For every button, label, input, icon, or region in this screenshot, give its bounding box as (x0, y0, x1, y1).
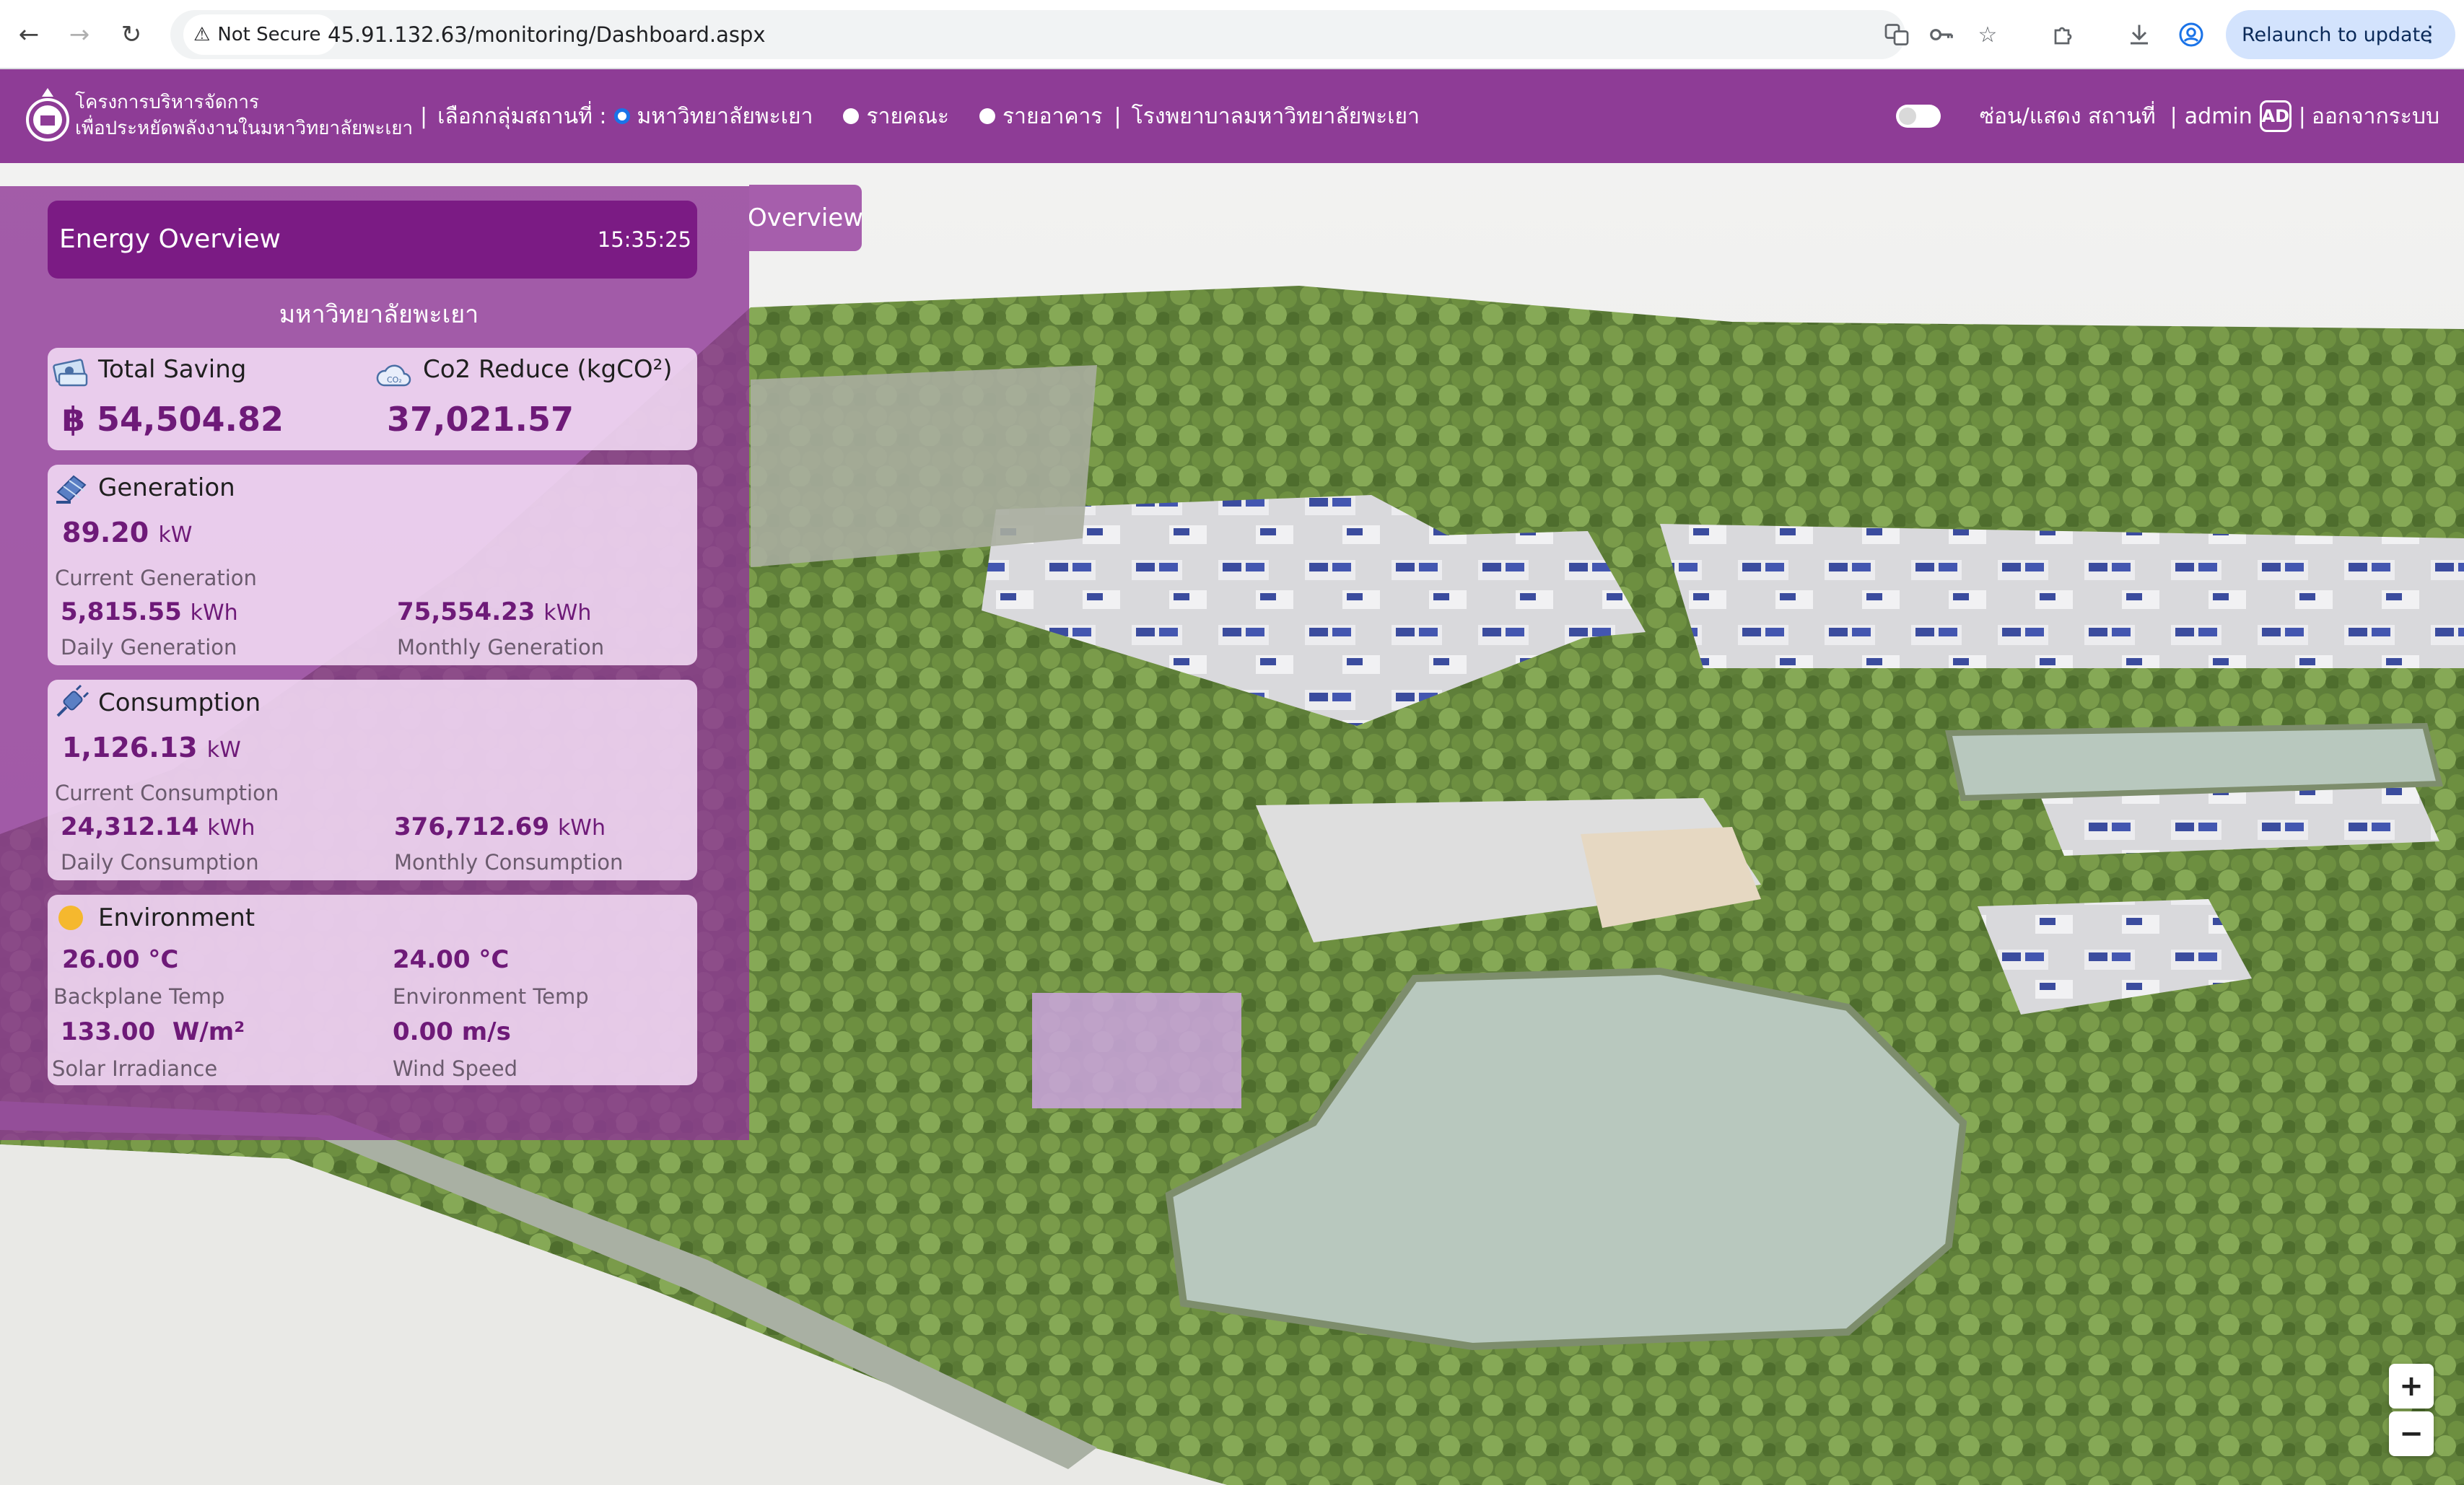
forward-arrow-icon[interactable]: → (62, 17, 97, 52)
menu-dots-icon[interactable]: ⋮ (2419, 10, 2441, 59)
separator: | (1114, 103, 1122, 129)
option-building-label[interactable]: รายอาคาร (1002, 100, 1102, 133)
monthly-consumption-label: Monthly Consumption (394, 850, 624, 875)
wind-speed-label: Wind Speed (393, 1056, 518, 1081)
daily-generation-value: 5,815.55 kWh (61, 597, 238, 626)
daily-generation-label: Daily Generation (61, 635, 237, 660)
separator: | (2298, 103, 2306, 129)
app-header: โครงการบริหารจัดการ เพื่อประหยัดพลังงานใ… (0, 69, 2464, 163)
current-generation-value: 89.20 kW (62, 517, 193, 548)
solar-irradiance-value: 133.00 W/m² (61, 1017, 245, 1046)
current-consumption-label: Current Consumption (55, 781, 279, 805)
backplane-temp-label: Backplane Temp (53, 984, 225, 1009)
hospital-link[interactable]: โรงพยาบาลมหาวิทยาลัยพะเยา (1132, 100, 1420, 133)
download-icon[interactable] (2122, 17, 2157, 52)
university-logo (26, 88, 69, 141)
wind-speed-value: 0.00 m/s (393, 1017, 511, 1046)
cloud-co2-icon: CO₂ (376, 364, 411, 387)
co2-title: Co2 Reduce (kgCO²) (423, 355, 673, 384)
option-university-label[interactable]: มหาวิทยาลัยพะเยา (637, 100, 813, 133)
brand-title: โครงการบริหารจัดการ เพื่อประหยัดพลังงานใ… (75, 89, 413, 141)
password-key-icon[interactable] (1924, 17, 1959, 52)
money-icon (53, 359, 88, 387)
consumption-card: Consumption 1,126.13 kW Current Consumpt… (48, 680, 697, 880)
monthly-generation-label: Monthly Generation (397, 635, 605, 660)
saving-title: Total Saving (98, 355, 247, 384)
option-faculty-label[interactable]: รายคณะ (866, 100, 949, 133)
daily-consumption-label: Daily Consumption (61, 850, 259, 875)
environment-temp-value: 24.00 °C (393, 945, 510, 974)
separator: | (420, 103, 428, 129)
reload-icon[interactable]: ↻ (114, 17, 149, 52)
co2-value: 37,021.57 (387, 400, 574, 439)
brand-line-2: เพื่อประหยัดพลังงานในมหาวิทยาลัยพะเยา (75, 118, 414, 139)
current-generation-label: Current Generation (55, 566, 257, 590)
toggle-label: ซ่อน/แสดง สถานที่ (1979, 103, 2156, 129)
user-avatar[interactable]: AD (2259, 100, 2292, 132)
power-plug-icon (56, 684, 89, 717)
security-label: Not Secure (217, 24, 321, 45)
relaunch-button[interactable]: Relaunch to update ⋮ (2226, 10, 2455, 59)
site-group-selector: | เลือกกลุ่มสถานที่ : มหาวิทยาลัยพะเยา ร… (420, 69, 1420, 163)
zoom-out-button[interactable]: − (2389, 1411, 2434, 1456)
radio-university[interactable] (613, 108, 630, 124)
panel-title: Energy Overview (59, 224, 281, 254)
radio-faculty[interactable] (843, 108, 860, 124)
svg-text:CO₂: CO₂ (387, 375, 402, 385)
translate-icon[interactable] (1879, 17, 1914, 52)
site-group-label: เลือกกลุ่มสถานที่ : (437, 103, 607, 129)
bookmark-star-icon[interactable]: ☆ (1970, 17, 2005, 52)
back-arrow-icon[interactable]: ← (12, 17, 46, 52)
sun-icon (58, 906, 83, 930)
monthly-generation-value: 75,554.23 kWh (397, 597, 592, 626)
radio-building[interactable] (979, 108, 996, 124)
monthly-consumption-value: 376,712.69 kWh (394, 812, 606, 841)
current-consumption-value: 1,126.13 kW (62, 732, 241, 763)
panel-clock: 15:35:25 (597, 227, 691, 252)
backplane-temp-value: 26.00 °C (62, 945, 179, 974)
extensions-puzzle-icon[interactable] (2047, 17, 2081, 52)
generation-title: Generation (98, 473, 235, 502)
logout-link[interactable]: ออกจากระบบ (2312, 100, 2439, 133)
warning-triangle-icon: ⚠ (193, 24, 211, 45)
separator: | (2170, 103, 2177, 129)
relaunch-label: Relaunch to update (2242, 23, 2432, 46)
environment-temp-label: Environment Temp (393, 984, 589, 1009)
username[interactable]: admin (2185, 104, 2253, 129)
browser-toolbar: ← → ↻ ⚠ Not Secure 45.91.132.63/monitori… (0, 0, 2464, 69)
site-name: มหาวิทยาลัยพะเยา (279, 300, 479, 329)
energy-overview-panel: Energy Overview 15:35:25 มหาวิทยาลัยพะเย… (0, 186, 749, 1140)
profile-icon[interactable] (2174, 17, 2209, 52)
saving-card: Total Saving ฿ 54,504.82 CO₂ Co2 Reduce … (48, 348, 697, 450)
solar-irradiance-label: Solar Irradiance (52, 1056, 218, 1081)
environment-title: Environment (98, 903, 255, 932)
environment-card: Environment 26.00 °C Backplane Temp 24.0… (48, 895, 697, 1085)
url-text[interactable]: 45.91.132.63/monitoring/Dashboard.aspx (328, 10, 766, 59)
consumption-title: Consumption (98, 688, 261, 717)
show-hide-places-toggle[interactable] (1895, 105, 1941, 128)
daily-consumption-value: 24,312.14 kWh (61, 812, 255, 841)
address-bar[interactable]: ⚠ Not Secure 45.91.132.63/monitoring/Das… (170, 10, 1997, 59)
header-right-controls: ซ่อน/แสดง สถานที่ | admin AD | ออกจากระบ… (1895, 69, 2439, 163)
brand-line-1: โครงการบริหารจัดการ (75, 92, 259, 113)
zoom-in-button[interactable]: + (2389, 1364, 2434, 1409)
overview-tab[interactable]: Overview (748, 185, 863, 251)
saving-value: ฿ 54,504.82 (62, 400, 284, 439)
generation-card: Generation 89.20 kW Current Generation 5… (48, 465, 697, 665)
security-chip[interactable]: ⚠ Not Secure (183, 14, 337, 55)
solar-panel-icon (56, 475, 87, 504)
panel-header: Energy Overview 15:35:25 (48, 201, 697, 279)
